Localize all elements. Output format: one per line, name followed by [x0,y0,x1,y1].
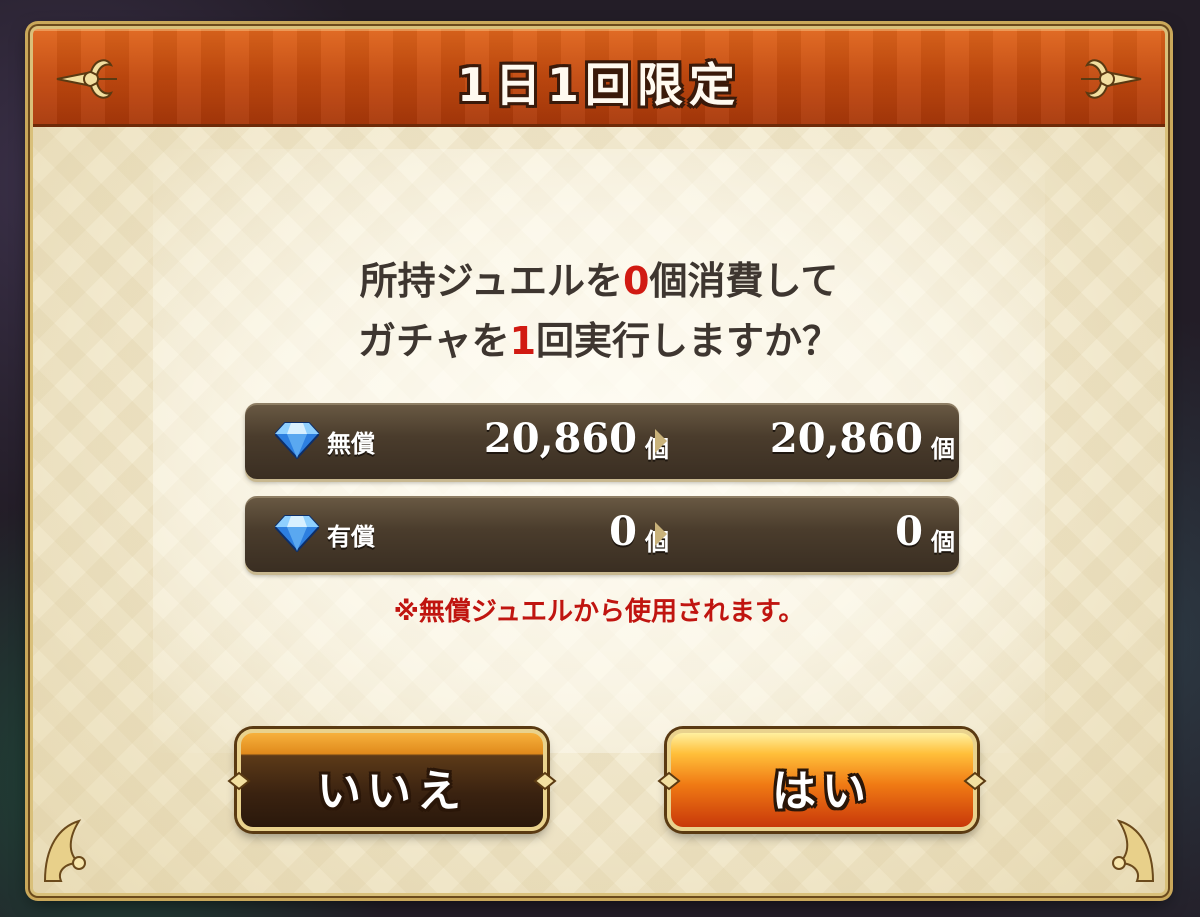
button-ornament-icon [533,771,557,791]
gacha-count-number: 1 [509,319,537,363]
yes-button-label: はい [772,766,872,817]
free-jewel-label: 無償 [327,430,375,458]
free-jewel-row: 無償 20,860 個 20,860 個 [245,403,959,479]
message-line-2-suffix: 回実行しますか？ [536,319,841,363]
paid-jewel-label: 有償 [327,523,375,551]
corner-ornament-bottom-left-icon [43,819,86,882]
paid-jewel-after: 0 [895,508,923,555]
yes-button[interactable]: はい [657,729,987,831]
no-button-label: いいえ [317,766,467,817]
no-button[interactable]: いいえ [227,729,557,831]
arrow-right-icon [655,429,667,453]
paid-jewel-row: 有償 0 個 0 個 [245,496,959,572]
corner-ornament-bottom-right-icon [1112,819,1155,882]
usage-note: ※無償ジュエルから使用されます。 [393,597,805,627]
jewel-icon [275,422,319,459]
free-jewel-after: 20,860 [769,415,923,462]
message-line-1-prefix: 所持ジュエルを [359,259,623,303]
dialog-header: 1日1回限定 [33,29,1165,127]
message-line-1-suffix: 個消費して [649,259,839,303]
confirm-message: 所持ジュエルを0個消費して ガチャを1回実行しますか？ [33,251,1165,371]
message-line-2-prefix: ガチャを [357,319,510,363]
free-jewel-after-unit: 個 [931,435,955,463]
gacha-confirm-dialog: 1日1回限定 所持ジュエルを0個消費して ガチャを1回実行しますか？ 無償 20… [30,26,1168,896]
jewel-icon [275,515,319,552]
paid-jewel-before: 0 [609,508,637,555]
jewel-cost-number: 0 [623,259,650,303]
message-line-2: ガチャを1回実行しますか？ [33,311,1165,371]
button-ornament-icon [963,771,987,791]
dialog-title: 1日1回限定 [456,58,741,112]
arrow-right-icon [655,522,667,546]
free-jewel-before: 20,860 [483,415,637,462]
paid-jewel-after-unit: 個 [931,528,955,556]
message-line-1: 所持ジュエルを0個消費して [33,251,1165,311]
